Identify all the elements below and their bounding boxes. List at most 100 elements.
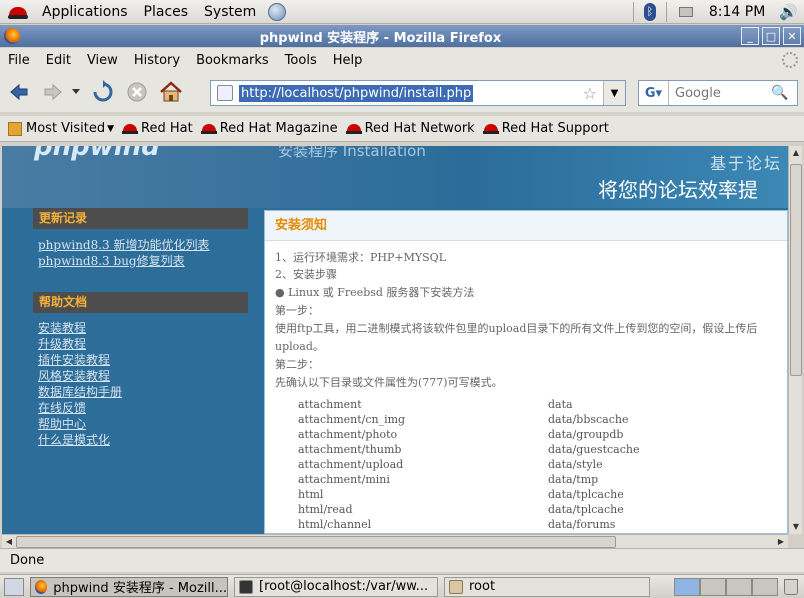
menu-history[interactable]: History	[126, 53, 188, 68]
clock[interactable]: 8:14 PM	[701, 4, 773, 20]
page-banner: phpwind 安装程序 Installation 基于论坛 将您的论坛效率提	[2, 146, 788, 208]
close-button[interactable]: ✕	[783, 27, 801, 45]
menu-bookmarks[interactable]: Bookmarks	[188, 53, 277, 68]
dir-item: attachment/upload	[298, 458, 404, 471]
bookmark-red-hat[interactable]: Red Hat	[122, 121, 193, 136]
places-menu[interactable]: Places	[136, 4, 197, 20]
workspace-switcher[interactable]	[674, 577, 778, 596]
firefox-icon[interactable]	[4, 28, 20, 44]
show-desktop-button[interactable]	[4, 577, 24, 596]
task-firefox[interactable]: phpwind 安装程序 - Mozill...	[30, 576, 228, 597]
stop-icon	[127, 82, 147, 102]
firefox-icon	[35, 579, 48, 594]
bookmark-star-icon[interactable]: ☆	[583, 84, 597, 103]
menu-edit[interactable]: Edit	[38, 53, 79, 68]
workspace-1[interactable]	[674, 577, 700, 596]
bluetooth-icon[interactable]: ᛒ	[643, 2, 656, 21]
workspace-2[interactable]	[700, 577, 726, 596]
bookmark-label: Red Hat Network	[364, 121, 475, 136]
page-viewport: phpwind 安装程序 Installation 基于论坛 将您的论坛效率提 …	[2, 146, 788, 534]
help-link[interactable]: 数据库结构手册	[38, 383, 122, 400]
step2-text: 先确认以下目录或文件属性为(777)可写模式。	[275, 376, 503, 389]
search-engine-selector[interactable]: G▾	[639, 81, 669, 105]
scroll-down-arrow-icon[interactable]: ▼	[789, 520, 803, 534]
workspace-3[interactable]	[726, 577, 752, 596]
menu-file[interactable]: File	[0, 53, 38, 68]
redhat-icon	[345, 122, 362, 136]
history-dropdown-button[interactable]	[68, 77, 84, 107]
task-label: root	[469, 579, 496, 594]
help-link[interactable]: 帮助中心	[38, 415, 86, 432]
menu-tools[interactable]: Tools	[277, 53, 325, 68]
activity-throbber-icon	[782, 52, 798, 68]
help-link[interactable]: 安装教程	[38, 319, 86, 336]
url-bar[interactable]: http://localhost/phpwind/install.php ☆ ▼	[210, 80, 626, 106]
stop-button[interactable]	[122, 77, 152, 107]
chevron-down-icon	[72, 89, 80, 94]
install-notes-heading: 安装须知	[265, 211, 787, 241]
search-icon[interactable]: 🔍	[771, 85, 788, 101]
status-bar: Done	[0, 548, 804, 572]
search-input[interactable]	[669, 85, 769, 101]
banner-slogan-line2: 将您的论坛效率提	[598, 178, 758, 202]
url-text[interactable]: http://localhost/phpwind/install.php	[239, 84, 474, 102]
vertical-scroll-thumb[interactable]	[790, 164, 802, 376]
minimize-button[interactable]: _	[741, 27, 759, 45]
scroll-left-arrow-icon[interactable]: ◀	[2, 535, 16, 549]
scroll-right-arrow-icon[interactable]: ▶	[774, 535, 788, 549]
scroll-up-arrow-icon[interactable]: ▲	[789, 146, 803, 160]
reload-icon	[93, 80, 113, 102]
web-browser-launcher-icon[interactable]	[268, 2, 287, 21]
bookmark-red-hat-support[interactable]: Red Hat Support	[482, 121, 609, 136]
maximize-button[interactable]: □	[762, 27, 780, 45]
install-notes-panel: 安装须知 1、运行环境需求：PHP+MYSQL 2、安装步骤 ● Linux 或…	[264, 210, 788, 534]
step1-label: 第一步：	[275, 304, 319, 317]
bookmark-label: Red Hat	[141, 121, 193, 136]
help-link[interactable]: 什么是模式化	[38, 431, 110, 448]
menu-view[interactable]: View	[79, 53, 126, 68]
help-link[interactable]: 升级教程	[38, 335, 86, 352]
url-dropdown-button[interactable]: ▼	[603, 81, 625, 105]
menu-help[interactable]: Help	[325, 53, 371, 68]
dir-item: data/groupdb	[548, 428, 624, 441]
back-button[interactable]	[4, 77, 34, 107]
task-terminal[interactable]: [root@localhost:/var/ww...	[234, 576, 438, 597]
updates-link[interactable]: phpwind8.3 bug修复列表	[38, 252, 185, 269]
dir-item: data/bbscache	[548, 413, 629, 426]
home-button[interactable]	[156, 77, 186, 107]
dir-item: attachment/mini	[298, 473, 390, 486]
trash-icon[interactable]	[784, 578, 798, 595]
workspace-4[interactable]	[752, 577, 778, 596]
folder-icon	[449, 579, 463, 594]
install-title: 安装程序 Installation	[278, 146, 426, 160]
help-link[interactable]: 风格安装教程	[38, 367, 110, 384]
menubar: File Edit View History Bookmarks Tools H…	[0, 48, 804, 72]
horizontal-scrollbar[interactable]: ◀ ▶	[2, 534, 788, 548]
bookmarks-toolbar: Most Visited ▼ Red Hat Red Hat Magazine …	[0, 116, 804, 142]
bottom-taskbar: phpwind 安装程序 - Mozill... [root@localhost…	[0, 574, 804, 598]
help-link[interactable]: 插件安装教程	[38, 351, 110, 368]
volume-icon[interactable]: 🔊	[779, 3, 798, 21]
help-link[interactable]: 在线反馈	[38, 399, 86, 416]
most-visited-folder[interactable]: Most Visited ▼	[8, 121, 114, 136]
forward-button[interactable]	[38, 77, 68, 107]
updates-link[interactable]: phpwind8.3 新增功能优化列表	[38, 236, 210, 253]
vertical-scrollbar[interactable]: ▲ ▼	[788, 146, 802, 534]
redhat-logo-icon[interactable]	[8, 2, 28, 22]
redhat-icon	[482, 122, 499, 136]
window-title: phpwind 安装程序 - Mozilla Firefox	[259, 30, 502, 46]
forward-arrow-icon	[44, 83, 62, 101]
bookmark-label: Red Hat Support	[501, 121, 609, 136]
site-identity-icon[interactable]	[217, 85, 233, 101]
system-menu[interactable]: System	[196, 4, 264, 20]
window-titlebar[interactable]: phpwind 安装程序 - Mozilla Firefox _ □ ✕	[0, 25, 804, 47]
applications-menu[interactable]: Applications	[34, 4, 136, 20]
dir-item: data/guestcache	[548, 443, 640, 456]
bookmark-red-hat-magazine[interactable]: Red Hat Magazine	[200, 121, 338, 136]
search-bar[interactable]: G▾ 🔍	[638, 80, 798, 106]
bookmark-red-hat-network[interactable]: Red Hat Network	[345, 121, 475, 136]
network-icon[interactable]	[678, 6, 693, 17]
task-root[interactable]: root	[444, 576, 650, 597]
reload-button[interactable]	[88, 77, 118, 107]
horizontal-scroll-thumb[interactable]	[16, 536, 616, 548]
